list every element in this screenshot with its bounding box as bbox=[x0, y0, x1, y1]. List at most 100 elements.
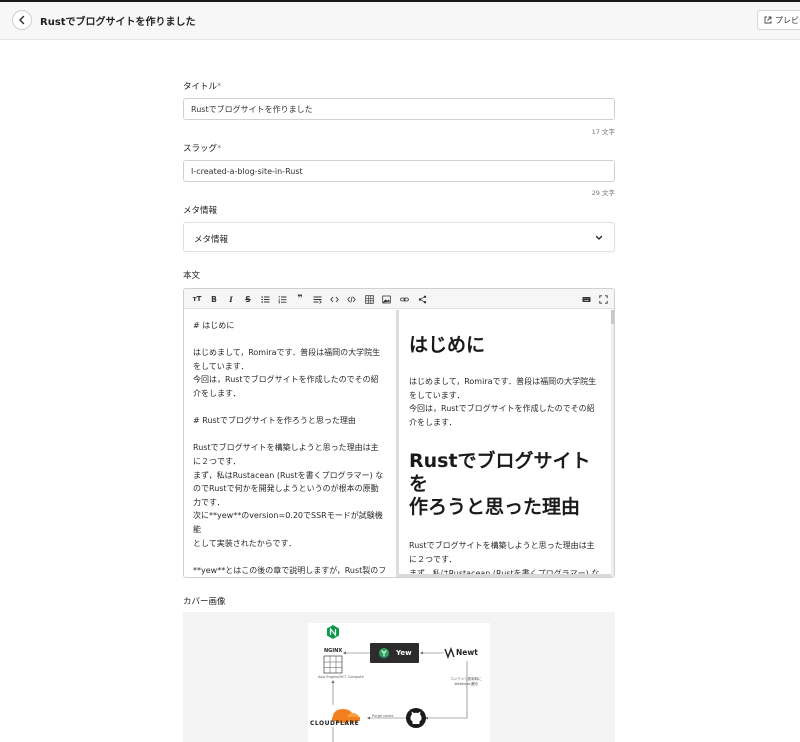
back-button[interactable] bbox=[12, 10, 32, 30]
italic-icon: I bbox=[229, 294, 233, 304]
preview-paragraph-line: に２つです． bbox=[409, 554, 457, 564]
bulleted-list-icon bbox=[260, 295, 269, 303]
title-char-count: 17 文字 bbox=[591, 128, 615, 136]
markdown-preview-pane: はじめに はじめまして，Romiraです．普段は福岡の大学院生 をしています． 今回… bbox=[399, 310, 611, 577]
source-line: をしています． bbox=[193, 361, 249, 371]
meta-section-label: メタ情報 bbox=[183, 206, 218, 216]
quote-icon: ❞ bbox=[297, 294, 303, 304]
source-line: 今回は，Rustでブログサイトを作成したのでその紹 bbox=[193, 375, 379, 385]
page-title: Rustでブログサイトを作りました bbox=[40, 17, 196, 28]
source-line: 力です． bbox=[193, 497, 225, 507]
cover-image-label: カバー画像 bbox=[183, 597, 226, 607]
share-icon bbox=[418, 295, 426, 303]
editor-toolbar: ᴛT B I S ❞ bbox=[184, 289, 614, 309]
github-icon bbox=[406, 708, 426, 728]
strikethrough-button[interactable]: S bbox=[241, 292, 255, 306]
preview-paragraph-line: Rustでブログサイトを構築しようと思った理由は主 bbox=[409, 541, 595, 551]
italic-button[interactable]: I bbox=[224, 292, 238, 306]
table-button[interactable] bbox=[362, 292, 376, 306]
preview-heading-1: はじめに bbox=[409, 334, 486, 356]
slug-label: スラッグ* bbox=[183, 144, 222, 154]
title-input[interactable] bbox=[183, 98, 615, 120]
inline-code-button[interactable] bbox=[327, 292, 341, 306]
link-button[interactable] bbox=[397, 292, 411, 306]
cover-image-area[interactable]: NGINX Axis Engine/HCT Compute Yew Newt コ… bbox=[183, 612, 615, 742]
preview-paragraph-1: はじめまして，Romiraです．普段は福岡の大学院生 をしています． 今回は，Rus… bbox=[409, 375, 601, 429]
bold-icon: B bbox=[211, 294, 217, 304]
preview-heading-2: Rustでブログサイトを 作ろうと思った理由 bbox=[409, 450, 601, 519]
share-button[interactable] bbox=[415, 292, 429, 306]
bulleted-list-button[interactable] bbox=[258, 292, 272, 306]
source-line: # はじめに bbox=[193, 321, 235, 330]
purge-cache-label: Purge cache bbox=[372, 714, 394, 718]
top-bar: Rustでブログサイトを作りました プレビ bbox=[0, 0, 800, 40]
newt-label: Newt bbox=[456, 648, 478, 657]
chevron-left-icon bbox=[19, 15, 25, 25]
cloudflare-label: CLOUDFLARE bbox=[310, 720, 360, 727]
cover-image: NGINX Axis Engine/HCT Compute Yew Newt コ… bbox=[308, 623, 490, 742]
table-icon bbox=[364, 294, 374, 304]
meta-accordion[interactable]: メタ情報 bbox=[183, 222, 615, 252]
source-line: に２つです． bbox=[193, 456, 241, 466]
preview-paragraph-line: 今回は，Rustでブログサイトを作成したのでその紹 bbox=[409, 404, 595, 414]
source-line bbox=[193, 428, 387, 442]
image-icon bbox=[381, 295, 391, 303]
numbered-list-icon bbox=[277, 295, 286, 303]
source-line bbox=[193, 401, 387, 415]
keyboard-icon bbox=[582, 296, 590, 302]
source-line: まず，私はRustacean (Rustを書くプログラマー) な bbox=[193, 470, 384, 480]
source-line bbox=[193, 333, 387, 347]
markdown-editor: ᴛT B I S ❞ # はじめに はじめまして，Romiraです．普段は福岡の… bbox=[183, 288, 615, 578]
preview-heading-line: Rustでブログサイトを bbox=[409, 450, 591, 496]
source-line: はじめまして，Romiraです．普段は福岡の大学院生 bbox=[193, 348, 381, 358]
fullscreen-button[interactable] bbox=[596, 292, 610, 306]
meta-accordion-label: メタ情報 bbox=[194, 235, 229, 245]
source-line: **yew**とはこの後の章で説明しますが，Rust製のフ bbox=[193, 565, 387, 575]
nginx-label: NGINX bbox=[324, 648, 343, 654]
fullscreen-icon bbox=[598, 294, 608, 304]
code-block-icon bbox=[346, 295, 356, 303]
preview-heading-line: 作ろうと思った理由 bbox=[409, 496, 581, 519]
preview-horizontal-scrollbar[interactable] bbox=[399, 574, 611, 577]
source-line: 次に**yew**のversion=0.20でSSRモードが試験機能 bbox=[193, 511, 383, 534]
preview-button[interactable]: プレビ bbox=[757, 10, 800, 30]
source-line: として実装されたからです． bbox=[193, 538, 297, 548]
title-label: タイトル* bbox=[183, 82, 222, 92]
horizontal-rule-icon bbox=[313, 296, 322, 304]
webhook-note: コンテンツ更新時に Webhook通知 bbox=[450, 677, 482, 686]
preview-scrollbar[interactable] bbox=[611, 310, 614, 577]
code-block-button[interactable] bbox=[344, 292, 358, 306]
heading-button[interactable]: ᴛT bbox=[190, 292, 204, 306]
preview-paragraph-line: はじめまして，Romiraです．普段は福岡の大学院生 bbox=[409, 377, 597, 386]
external-link-icon bbox=[764, 16, 772, 24]
slug-char-count: 29 文字 bbox=[591, 189, 615, 197]
bold-button[interactable]: B bbox=[207, 292, 221, 306]
preview-paragraph-line: 介をします． bbox=[409, 417, 457, 427]
keyboard-button[interactable] bbox=[579, 292, 593, 306]
yew-label: Yew bbox=[396, 649, 412, 657]
numbered-list-button[interactable] bbox=[275, 292, 289, 306]
source-line: Rustでブログサイトを構築しようと思った理由は主 bbox=[193, 443, 379, 453]
source-line: のでRustで何かを開発しようというのが根本の原動 bbox=[193, 484, 379, 494]
chevron-down-icon bbox=[595, 235, 603, 240]
nginx-sub-label: Axis Engine/HCT Compute bbox=[318, 675, 364, 679]
source-line: # Rustでブログサイトを作ろうと思った理由 bbox=[193, 416, 356, 426]
source-line: 介をします． bbox=[193, 388, 241, 398]
source-line bbox=[193, 550, 387, 564]
heading-icon: ᴛT bbox=[192, 295, 202, 303]
newt-icon bbox=[444, 647, 455, 659]
body-label: 本文 bbox=[183, 271, 201, 281]
server-icon bbox=[323, 655, 343, 674]
horizontal-rule-button[interactable] bbox=[310, 292, 324, 306]
yew-logo-icon bbox=[379, 648, 389, 658]
preview-paragraph-2: Rustでブログサイトを構築しようと思った理由は主に２つです．まず，私はRust… bbox=[409, 539, 601, 577]
markdown-source-pane[interactable]: # はじめにはじめまして，Romiraです．普段は福岡の大学院生 をしています． 今… bbox=[184, 310, 396, 578]
link-icon bbox=[399, 297, 409, 301]
source-line: ロントエンドフレームワークです． bbox=[193, 577, 387, 578]
inline-code-icon bbox=[329, 296, 339, 302]
preview-scrollbar-thumb[interactable] bbox=[611, 310, 614, 324]
slug-input[interactable] bbox=[183, 160, 615, 182]
strikethrough-icon: S bbox=[245, 294, 251, 304]
image-button[interactable] bbox=[379, 292, 393, 306]
quote-button[interactable]: ❞ bbox=[293, 292, 307, 306]
